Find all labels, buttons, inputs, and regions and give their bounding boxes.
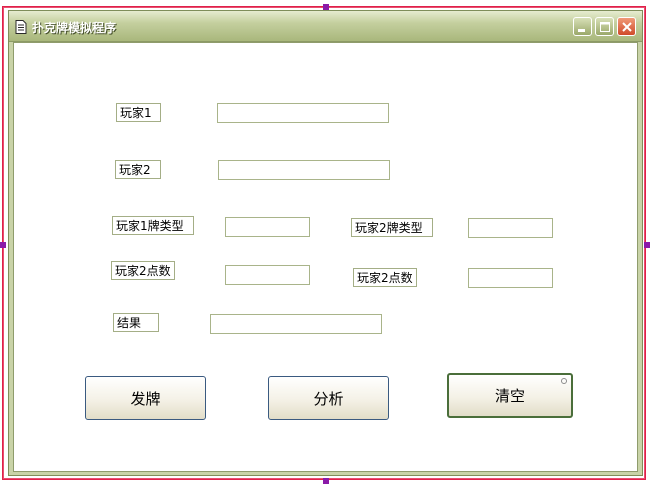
- resize-handle-left[interactable]: [0, 242, 6, 248]
- player2-points-input-right[interactable]: [468, 268, 553, 288]
- form-window: 扑克牌模拟程序 玩家1 玩家2 玩家1牌类型 玩家2牌类型 玩家2点数 玩家2点…: [8, 10, 643, 476]
- player2-points-input-left[interactable]: [225, 265, 310, 285]
- resize-handle-top[interactable]: [323, 4, 329, 10]
- analyze-button-label: 分析: [313, 389, 344, 408]
- document-icon: [15, 19, 27, 34]
- player2-card-type-label: 玩家2牌类型: [351, 218, 433, 237]
- analyze-button[interactable]: 分析: [268, 376, 389, 420]
- close-button[interactable]: [617, 17, 636, 36]
- minimize-button[interactable]: [573, 17, 592, 36]
- title-bar[interactable]: 扑克牌模拟程序: [9, 11, 642, 42]
- player2-points-label-left: 玩家2点数: [111, 261, 175, 280]
- player2-label: 玩家2: [115, 160, 161, 179]
- player1-input[interactable]: [217, 103, 389, 123]
- player1-label: 玩家1: [116, 103, 161, 122]
- focus-indicator-icon: [561, 378, 567, 384]
- player1-card-type-input[interactable]: [225, 217, 310, 237]
- resize-handle-bottom[interactable]: [323, 478, 329, 484]
- clear-button[interactable]: 清空: [447, 373, 573, 418]
- deal-button[interactable]: 发牌: [85, 376, 206, 420]
- deal-button-label: 发牌: [130, 389, 161, 408]
- player1-card-type-label: 玩家1牌类型: [112, 216, 194, 235]
- result-input[interactable]: [210, 314, 382, 334]
- window-title: 扑克牌模拟程序: [32, 21, 117, 35]
- clear-button-label: 清空: [494, 387, 525, 405]
- close-icon: [622, 22, 632, 32]
- player2-card-type-input[interactable]: [468, 218, 553, 238]
- resize-handle-right[interactable]: [644, 242, 650, 248]
- maximize-button[interactable]: [595, 17, 614, 36]
- player2-input[interactable]: [218, 160, 390, 180]
- form-client-area: 玩家1 玩家2 玩家1牌类型 玩家2牌类型 玩家2点数 玩家2点数 结果 发牌 …: [13, 42, 638, 472]
- player2-points-label-right: 玩家2点数: [353, 268, 417, 287]
- maximize-icon: [600, 22, 610, 32]
- result-label: 结果: [113, 313, 159, 332]
- minimize-icon: [578, 29, 585, 32]
